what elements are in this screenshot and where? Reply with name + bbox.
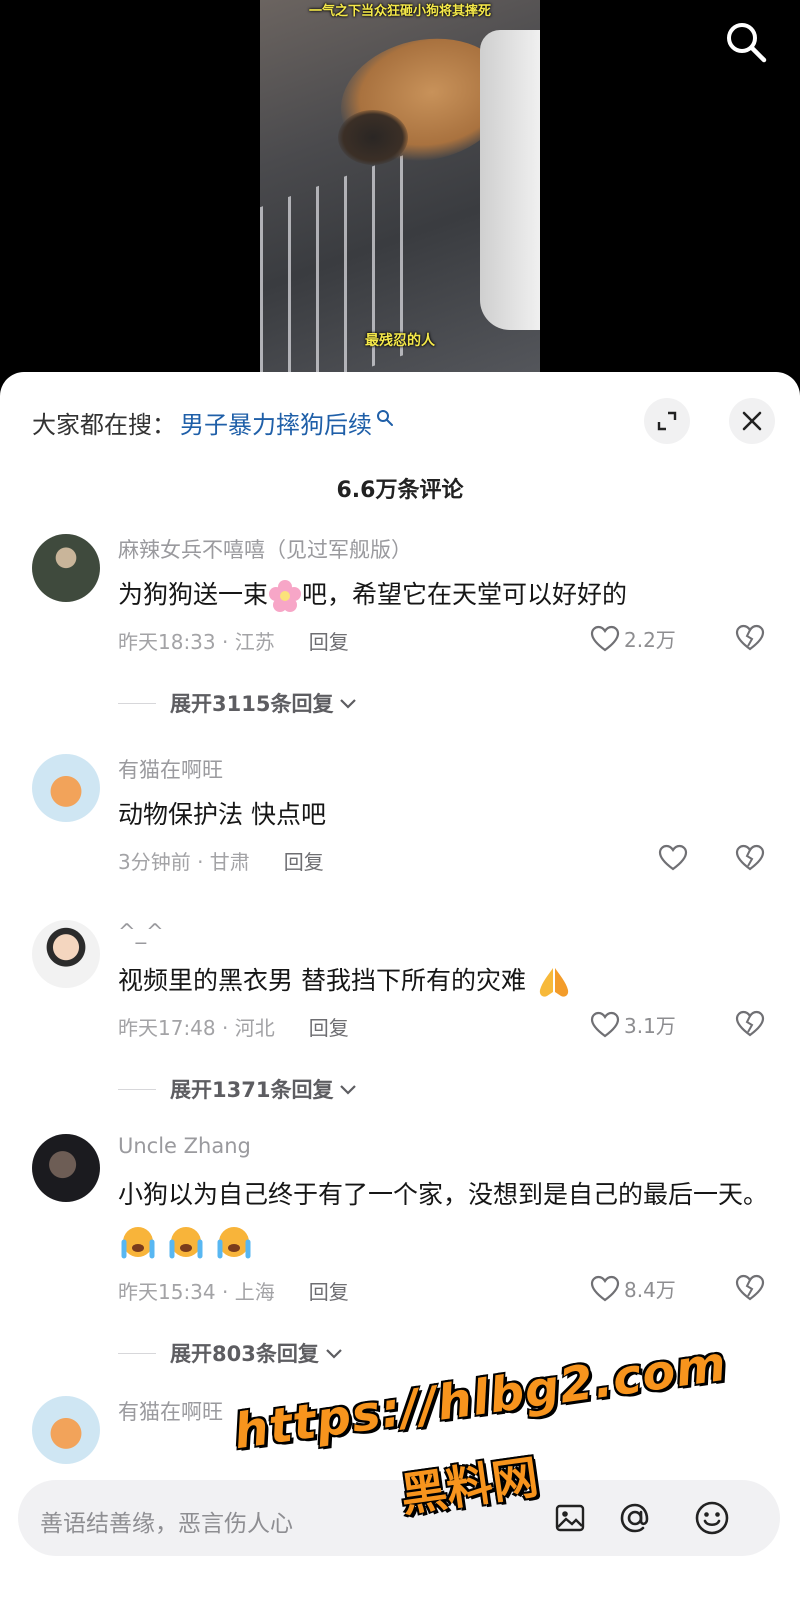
dislike-button[interactable] xyxy=(735,624,765,656)
comment-input[interactable]: 善语结善缘，恶言伤人心 xyxy=(40,1504,293,1538)
comment-count: 6.6万条评论 xyxy=(336,478,464,503)
trending-prefix: 大家都在搜： xyxy=(32,410,176,439)
reply-button[interactable]: 回复 xyxy=(284,846,324,875)
dislike-button[interactable] xyxy=(735,1274,765,1306)
video-caption-top: 一气之下当众狂砸小狗将其摔死 xyxy=(308,4,491,19)
expand-replies-label: 展开803条回复 xyxy=(170,1342,319,1366)
broken-heart-icon xyxy=(735,624,765,651)
expand-button[interactable] xyxy=(644,398,690,444)
flower-emoji xyxy=(269,580,302,612)
expand-replies-button[interactable]: 展开803条回复 xyxy=(118,1338,345,1368)
comment-text: 小狗以为自己终于有了一个家，没想到是自己的最后一天。 xyxy=(118,1172,768,1264)
comment-username[interactable]: ^_^ xyxy=(118,920,164,944)
reply-button[interactable]: 回复 xyxy=(309,1276,349,1305)
comment-text-part: 小狗以为自己终于有了一个家，没想到是自己的最后一天。 xyxy=(118,1180,769,1209)
at-icon[interactable] xyxy=(615,1498,655,1538)
search-icon xyxy=(376,405,394,426)
trending-search-bar[interactable]: 大家都在搜： 男子暴力摔狗后续 xyxy=(32,402,394,442)
expand-replies-button[interactable]: 展开1371条回复 xyxy=(118,1074,359,1104)
pray-emoji xyxy=(539,968,569,997)
like-count: 2.2万 xyxy=(624,628,676,652)
expand-replies-label: 展开3115条回复 xyxy=(170,692,334,716)
chevron-down-icon xyxy=(326,1349,342,1359)
video-player[interactable]: 一气之下当众狂砸小狗将其摔死 最残忍的人 xyxy=(0,0,800,380)
comment-input-bar[interactable]: 善语结善缘，恶言伤人心 xyxy=(18,1480,780,1556)
crying-emoji xyxy=(121,1227,155,1259)
expand-icon xyxy=(657,411,677,431)
divider xyxy=(118,1088,156,1090)
broken-heart-icon xyxy=(735,1274,765,1301)
heart-icon xyxy=(590,1275,620,1301)
video-dog-head xyxy=(338,110,408,165)
like-count: 3.1万 xyxy=(624,1014,676,1038)
like-button[interactable] xyxy=(658,844,692,872)
comment-time-location: 昨天15:34 · 上海 xyxy=(118,1280,275,1304)
comment-meta: 昨天17:48 · 河北 回复 xyxy=(118,1012,349,1041)
search-icon[interactable] xyxy=(722,18,770,66)
avatar[interactable] xyxy=(32,920,100,988)
heart-icon xyxy=(590,1011,620,1037)
comment-username[interactable]: 有猫在啊旺 xyxy=(118,1396,223,1426)
chevron-down-icon xyxy=(340,1085,357,1095)
comment-username[interactable]: Uncle Zhang xyxy=(118,1134,251,1158)
heart-icon xyxy=(590,625,620,651)
comment-meta: 昨天15:34 · 上海 回复 xyxy=(118,1276,349,1305)
divider xyxy=(118,702,156,704)
chevron-down-icon xyxy=(340,699,357,709)
comment-username[interactable]: 麻辣女兵不嘻嘻（见过军舰版） xyxy=(118,534,412,564)
divider xyxy=(118,1352,156,1354)
comment-time-location: 3分钟前 · 甘肃 xyxy=(118,850,250,874)
avatar[interactable] xyxy=(32,754,100,822)
image-icon[interactable] xyxy=(550,1498,590,1538)
dislike-button[interactable] xyxy=(735,844,765,876)
comment-username[interactable]: 有猫在啊旺 xyxy=(118,754,223,784)
comment-text: 动物保护法 快点吧 xyxy=(118,800,326,829)
expand-replies-label: 展开1371条回复 xyxy=(170,1078,334,1102)
comment-text: 为狗狗送一束 吧，希望它在天堂可以好好的 xyxy=(118,572,768,618)
avatar[interactable] xyxy=(32,534,100,602)
video-caption-bottom: 最残忍的人 xyxy=(365,333,435,349)
comment-meta: 3分钟前 · 甘肃 回复 xyxy=(118,846,324,875)
video-frame xyxy=(260,0,540,380)
dislike-button[interactable] xyxy=(735,1010,765,1042)
like-button[interactable]: 3.1万 xyxy=(590,1010,676,1039)
comment-text-part: 吧，希望它在天堂可以好好的 xyxy=(302,580,628,609)
trending-link[interactable]: 男子暴力摔狗后续 xyxy=(180,405,372,440)
comment-meta: 昨天18:33 · 江苏 回复 xyxy=(118,626,349,655)
broken-heart-icon xyxy=(735,844,765,871)
heart-icon xyxy=(658,844,688,871)
reply-button[interactable]: 回复 xyxy=(309,626,349,655)
like-count: 8.4万 xyxy=(624,1278,676,1302)
video-bag xyxy=(480,30,540,330)
broken-heart-icon xyxy=(735,1010,765,1037)
avatar[interactable] xyxy=(32,1134,100,1202)
comment-time-location: 昨天18:33 · 江苏 xyxy=(118,630,275,654)
close-button[interactable] xyxy=(729,398,775,444)
like-button[interactable]: 2.2万 xyxy=(590,624,676,653)
comment-text-part: 为狗狗送一束 xyxy=(118,580,269,609)
expand-replies-button[interactable]: 展开3115条回复 xyxy=(118,688,359,718)
avatar[interactable] xyxy=(32,1396,100,1464)
crying-emoji xyxy=(217,1227,251,1259)
close-icon xyxy=(742,411,762,431)
reply-button[interactable]: 回复 xyxy=(309,1012,349,1041)
comment-time-location: 昨天17:48 · 河北 xyxy=(118,1016,275,1040)
crying-emoji xyxy=(169,1227,203,1259)
like-button[interactable]: 8.4万 xyxy=(590,1274,676,1303)
comment-text-part: 视频里的黑衣男 替我挡下所有的灾难 xyxy=(118,966,526,995)
emoji-icon[interactable] xyxy=(692,1498,732,1538)
comment-text: 视频里的黑衣男 替我挡下所有的灾难 xyxy=(118,958,768,1004)
